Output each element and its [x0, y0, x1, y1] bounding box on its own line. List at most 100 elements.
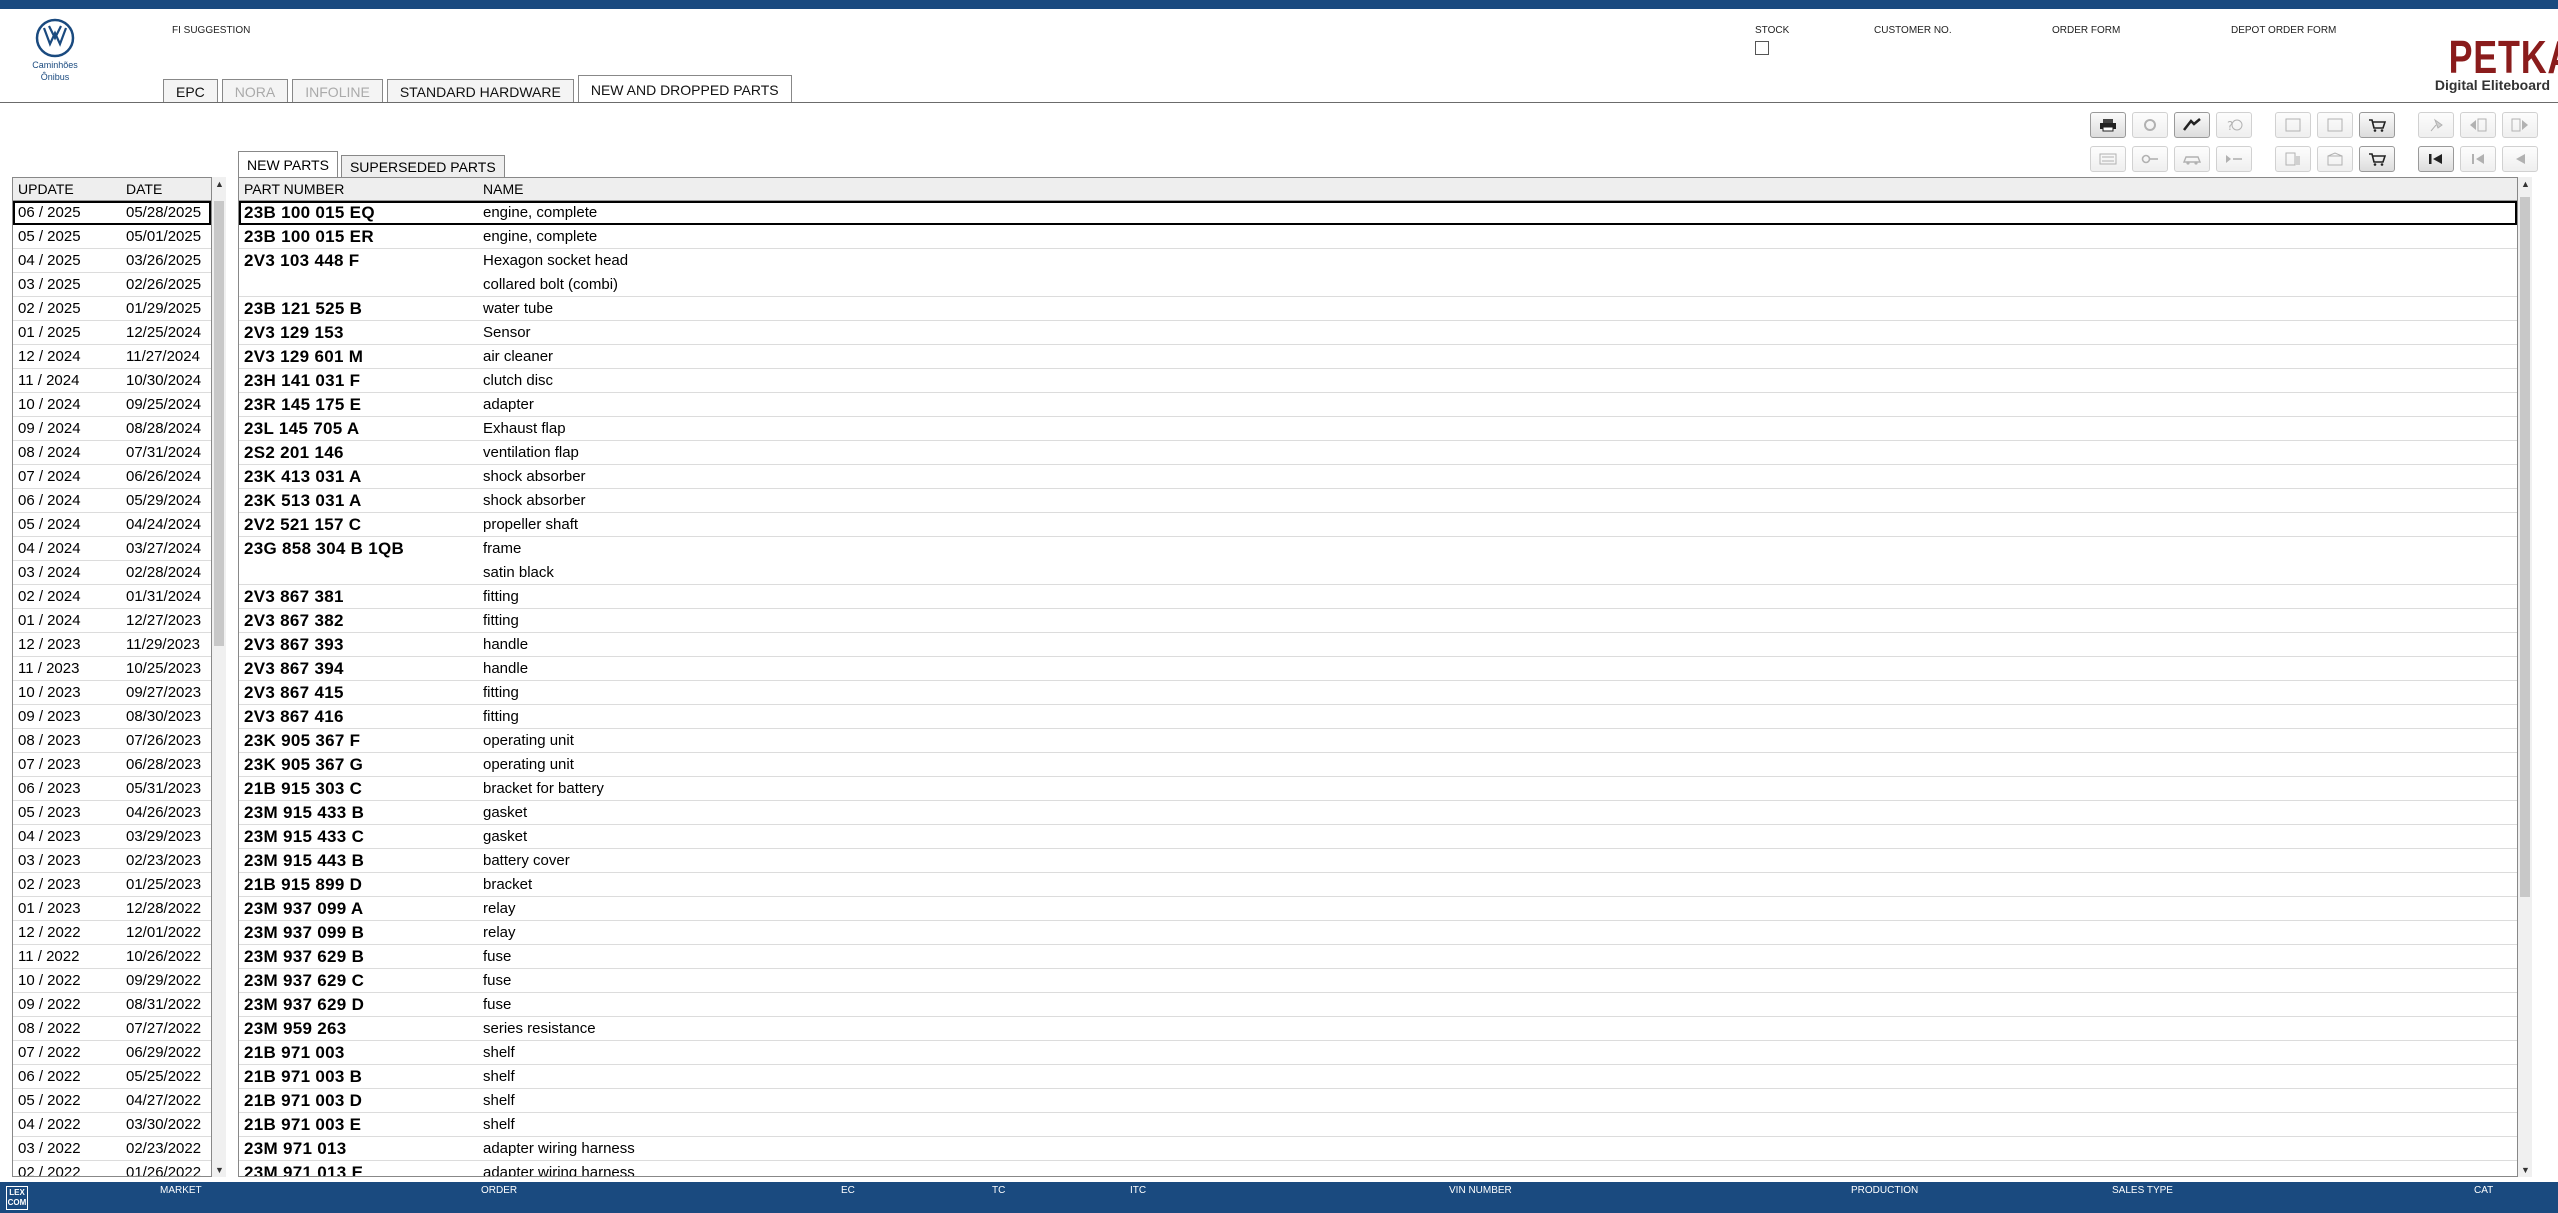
update-row[interactable]: 07 / 2023 06/28/2023: [13, 753, 211, 777]
window-button-2[interactable]: [2317, 112, 2353, 138]
part-row[interactable]: 23M 915 433 B gasket: [239, 801, 2517, 825]
update-row[interactable]: 05 / 2025 05/01/2025: [13, 225, 211, 249]
update-row[interactable]: 05 / 2022 04/27/2022: [13, 1089, 211, 1113]
part-row[interactable]: 21B 971 003 shelf: [239, 1041, 2517, 1065]
update-row[interactable]: 08 / 2023 07/26/2023: [13, 729, 211, 753]
previous-button[interactable]: [2460, 146, 2496, 172]
first-button[interactable]: [2418, 146, 2454, 172]
tab-new-parts[interactable]: NEW PARTS: [238, 151, 338, 177]
update-row[interactable]: 06 / 2025 05/28/2025: [13, 201, 211, 225]
part-row[interactable]: 23M 937 629 D fuse: [239, 993, 2517, 1017]
part-row[interactable]: 23M 915 443 B battery cover: [239, 849, 2517, 873]
update-row[interactable]: 10 / 2024 09/25/2024: [13, 393, 211, 417]
cart-button-2[interactable]: [2359, 146, 2395, 172]
column-header-part-number[interactable]: PART NUMBER: [244, 178, 344, 200]
scroll-down-icon[interactable]: ▼: [2521, 1165, 2530, 1175]
update-row[interactable]: 02 / 2022 01/26/2022: [13, 1161, 211, 1176]
part-row[interactable]: 23K 905 367 F operating unit: [239, 729, 2517, 753]
tab-standard-hardware[interactable]: STANDARD HARDWARE: [386, 79, 574, 103]
update-list-scroll-thumb[interactable]: [214, 201, 224, 646]
update-row[interactable]: 07 / 2024 06/26/2024: [13, 465, 211, 489]
cart-button-1[interactable]: [2359, 112, 2395, 138]
back-button[interactable]: [2502, 146, 2538, 172]
part-row[interactable]: 21B 971 003 D shelf: [239, 1089, 2517, 1113]
order-form-label[interactable]: ORDER FORM: [2052, 25, 2120, 36]
arrow-button[interactable]: [2216, 146, 2252, 172]
part-row[interactable]: 23B 121 525 B water tube: [239, 297, 2517, 321]
update-row[interactable]: 09 / 2023 08/30/2023: [13, 705, 211, 729]
parts-table-scroll-thumb[interactable]: [2520, 197, 2530, 897]
part-row[interactable]: 23R 145 175 E adapter: [239, 393, 2517, 417]
update-row[interactable]: 10 / 2023 09/27/2023: [13, 681, 211, 705]
part-row[interactable]: 23M 971 013 adapter wiring harness: [239, 1137, 2517, 1161]
stock-checkbox[interactable]: [1755, 41, 1769, 55]
update-row[interactable]: 03 / 2024 02/28/2024: [13, 561, 211, 585]
update-row[interactable]: 12 / 2024 11/27/2024: [13, 345, 211, 369]
part-row[interactable]: 23M 937 099 A relay: [239, 897, 2517, 921]
car-button[interactable]: [2174, 146, 2210, 172]
column-header-name[interactable]: NAME: [483, 178, 523, 200]
column-header-date[interactable]: DATE: [126, 178, 162, 200]
update-row[interactable]: 02 / 2024 01/31/2024: [13, 585, 211, 609]
part-row[interactable]: 23B 100 015 ER engine, complete: [239, 225, 2517, 249]
service-button[interactable]: [2174, 112, 2210, 138]
update-row[interactable]: 12 / 2022 12/01/2022: [13, 921, 211, 945]
part-row[interactable]: 2V3 867 394 handle: [239, 657, 2517, 681]
part-row[interactable]: 23G 858 304 B 1QB frame: [239, 537, 2517, 561]
depot-order-form-label[interactable]: DEPOT ORDER FORM: [2231, 25, 2336, 36]
part-row[interactable]: 2V3 867 415 fitting: [239, 681, 2517, 705]
part-row[interactable]: 2V2 521 157 C propeller shaft: [239, 513, 2517, 537]
update-row[interactable]: 03 / 2025 02/26/2025: [13, 273, 211, 297]
update-row[interactable]: 05 / 2024 04/24/2024: [13, 513, 211, 537]
update-row[interactable]: 01 / 2024 12/27/2023: [13, 609, 211, 633]
part-row[interactable]: 23M 959 263 series resistance: [239, 1017, 2517, 1041]
part-row[interactable]: 23H 141 031 F clutch disc: [239, 369, 2517, 393]
next-page-button[interactable]: [2502, 112, 2538, 138]
part-row[interactable]: 23K 905 367 G operating unit: [239, 753, 2517, 777]
tab-nora[interactable]: NORA: [221, 79, 289, 103]
update-row[interactable]: 11 / 2022 10/26/2022: [13, 945, 211, 969]
part-row[interactable]: 2V3 867 381 fitting: [239, 585, 2517, 609]
part-row[interactable]: satin black: [239, 561, 2517, 585]
update-row[interactable]: 09 / 2022 08/31/2022: [13, 993, 211, 1017]
part-row[interactable]: 23L 145 705 A Exhaust flap: [239, 417, 2517, 441]
tab-new-and-dropped-parts[interactable]: NEW AND DROPPED PARTS: [577, 75, 792, 103]
update-row[interactable]: 02 / 2025 01/29/2025: [13, 297, 211, 321]
update-row[interactable]: 06 / 2023 05/31/2023: [13, 777, 211, 801]
scroll-down-icon[interactable]: ▼: [215, 1165, 224, 1175]
document-button[interactable]: [2275, 146, 2311, 172]
update-row[interactable]: 04 / 2022 03/30/2022: [13, 1113, 211, 1137]
part-row[interactable]: 21B 915 303 C bracket for battery: [239, 777, 2517, 801]
update-row[interactable]: 08 / 2022 07/27/2022: [13, 1017, 211, 1041]
part-row[interactable]: 2V3 129 153 Sensor: [239, 321, 2517, 345]
update-row[interactable]: 12 / 2023 11/29/2023: [13, 633, 211, 657]
previous-page-button[interactable]: [2460, 112, 2496, 138]
part-row[interactable]: 2S2 201 146 ventilation flap: [239, 441, 2517, 465]
update-row[interactable]: 09 / 2024 08/28/2024: [13, 417, 211, 441]
update-row[interactable]: 02 / 2023 01/25/2023: [13, 873, 211, 897]
update-row[interactable]: 06 / 2024 05/29/2024: [13, 489, 211, 513]
list-button[interactable]: [2090, 146, 2126, 172]
update-row[interactable]: 11 / 2023 10/25/2023: [13, 657, 211, 681]
key-button[interactable]: [2132, 146, 2168, 172]
pin-button[interactable]: [2418, 112, 2454, 138]
part-row[interactable]: 23K 513 031 A shock absorber: [239, 489, 2517, 513]
part-row[interactable]: 21B 915 899 D bracket: [239, 873, 2517, 897]
part-row[interactable]: 23K 413 031 A shock absorber: [239, 465, 2517, 489]
print-button[interactable]: [2090, 112, 2126, 138]
part-row[interactable]: collared bolt (combi): [239, 273, 2517, 297]
part-row[interactable]: 2V3 867 382 fitting: [239, 609, 2517, 633]
update-row[interactable]: 06 / 2022 05/25/2022: [13, 1065, 211, 1089]
part-row[interactable]: 23M 971 013 E adapter wiring harness: [239, 1161, 2517, 1176]
part-row[interactable]: 2V3 103 448 F Hexagon socket head: [239, 249, 2517, 273]
tab-infoline[interactable]: INFOLINE: [292, 79, 383, 103]
parts-table-scrollbar[interactable]: ▲ ▼: [2518, 177, 2532, 1177]
update-row[interactable]: 03 / 2023 02/23/2023: [13, 849, 211, 873]
update-row[interactable]: 01 / 2023 12/28/2022: [13, 897, 211, 921]
part-row[interactable]: 2V3 867 393 handle: [239, 633, 2517, 657]
part-row[interactable]: 2V3 129 601 M air cleaner: [239, 345, 2517, 369]
column-header-update[interactable]: UPDATE: [18, 178, 74, 200]
update-row[interactable]: 03 / 2022 02/23/2022: [13, 1137, 211, 1161]
update-list-scrollbar[interactable]: ▲ ▼: [212, 177, 226, 1177]
part-row[interactable]: 23M 937 629 B fuse: [239, 945, 2517, 969]
